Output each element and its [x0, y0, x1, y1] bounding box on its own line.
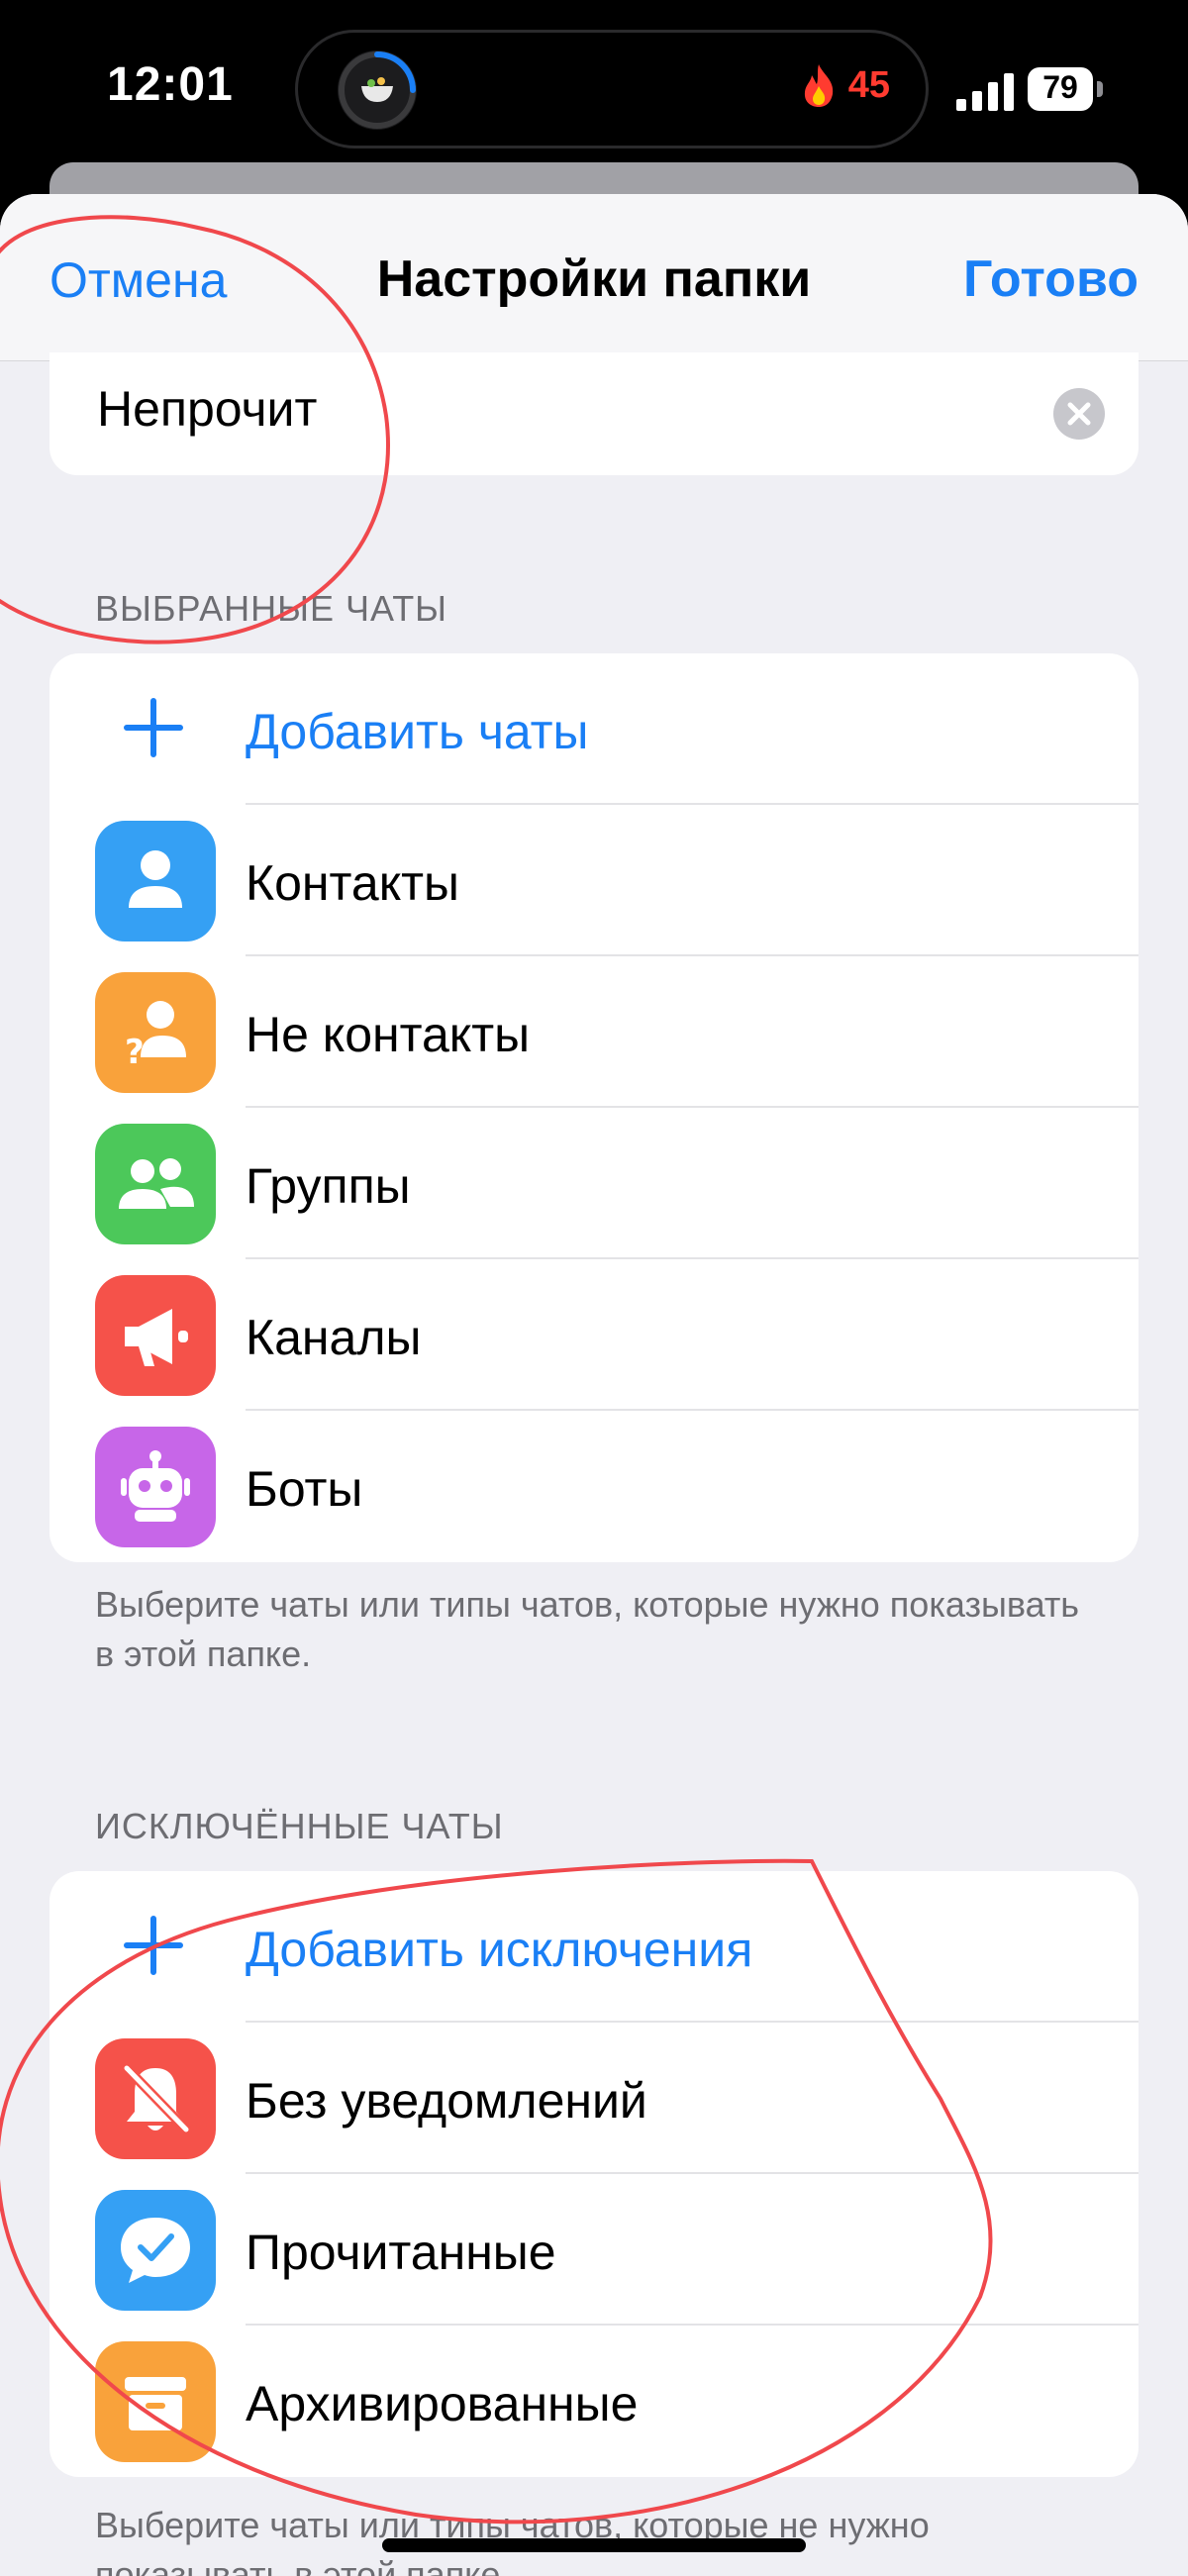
plus-icon	[124, 1916, 183, 1975]
exclude-type-read[interactable]: Прочитанные	[50, 2174, 1138, 2326]
excluded-chats-group: Добавить исключения Без уведомлений Проч…	[50, 1871, 1138, 2477]
exclude-type-label: Без уведомлений	[246, 2073, 647, 2129]
svg-text:?: ?	[125, 1033, 145, 1072]
included-chats-group: Добавить чаты Контакты ? Не контакты Гру…	[50, 653, 1138, 1562]
exclude-type-label: Архивированные	[246, 2376, 639, 2431]
bots-icon	[95, 1427, 216, 1547]
status-bar: 12:01 45 79	[0, 0, 1188, 178]
navigation-bar: Отмена Настройки папки Готово	[0, 194, 1188, 361]
chat-type-label: Боты	[246, 1461, 363, 1517]
chat-type-non-contacts[interactable]: ? Не контакты	[50, 956, 1138, 1108]
exclude-type-label: Прочитанные	[246, 2225, 556, 2280]
folder-name-field[interactable]: Непрочит	[50, 352, 1138, 475]
channels-icon	[95, 1275, 216, 1396]
chat-type-channels[interactable]: Каналы	[50, 1259, 1138, 1411]
clear-text-button[interactable]	[1053, 388, 1105, 440]
exclude-type-muted[interactable]: Без уведомлений	[50, 2023, 1138, 2174]
folder-settings-sheet: Отмена Настройки папки Готово Непрочит В…	[0, 194, 1188, 2576]
non-contacts-icon: ?	[95, 972, 216, 1093]
chat-type-label: Группы	[246, 1158, 411, 1214]
cellular-signal-icon	[956, 73, 1014, 111]
excluded-chats-header: ИСКЛЮЧЁННЫЕ ЧАТЫ	[95, 1806, 504, 1846]
chat-type-label: Каналы	[246, 1310, 422, 1365]
streak-counter: 45	[799, 62, 890, 108]
clear-icon	[1067, 402, 1091, 426]
included-chats-footer: Выберите чаты или типы чатов, которые ну…	[95, 1584, 1080, 1674]
battery-level: 79	[1042, 69, 1078, 105]
home-indicator[interactable]	[382, 2538, 806, 2552]
folder-name-input[interactable]: Непрочит	[97, 380, 317, 438]
included-chats-header: ВЫБРАННЫЕ ЧАТЫ	[95, 588, 448, 629]
flame-icon	[804, 64, 833, 107]
add-chats-label: Добавить чаты	[246, 704, 589, 759]
streak-count: 45	[847, 63, 890, 106]
live-activity-app-icon	[338, 50, 417, 130]
contacts-icon	[95, 821, 216, 941]
archive-icon	[95, 2341, 216, 2462]
plus-icon	[124, 698, 183, 757]
dynamic-island[interactable]: 45	[295, 30, 929, 149]
battery-indicator: 79	[1028, 67, 1103, 111]
status-time: 12:01	[107, 58, 234, 111]
done-button[interactable]: Готово	[963, 249, 1138, 309]
muted-bell-icon	[95, 2038, 216, 2159]
add-chats-row[interactable]: Добавить чаты	[50, 653, 1138, 805]
chat-type-groups[interactable]: Группы	[50, 1108, 1138, 1259]
read-check-icon	[95, 2190, 216, 2311]
add-exclusions-label: Добавить исключения	[246, 1922, 753, 1977]
chat-type-label: Контакты	[246, 855, 459, 911]
add-exclusions-row[interactable]: Добавить исключения	[50, 1871, 1138, 2023]
groups-icon	[95, 1124, 216, 1244]
chat-type-contacts[interactable]: Контакты	[50, 805, 1138, 956]
chat-type-label: Не контакты	[246, 1007, 531, 1062]
exclude-type-archived[interactable]: Архивированные	[50, 2326, 1138, 2477]
chat-type-bots[interactable]: Боты	[50, 1411, 1138, 1562]
